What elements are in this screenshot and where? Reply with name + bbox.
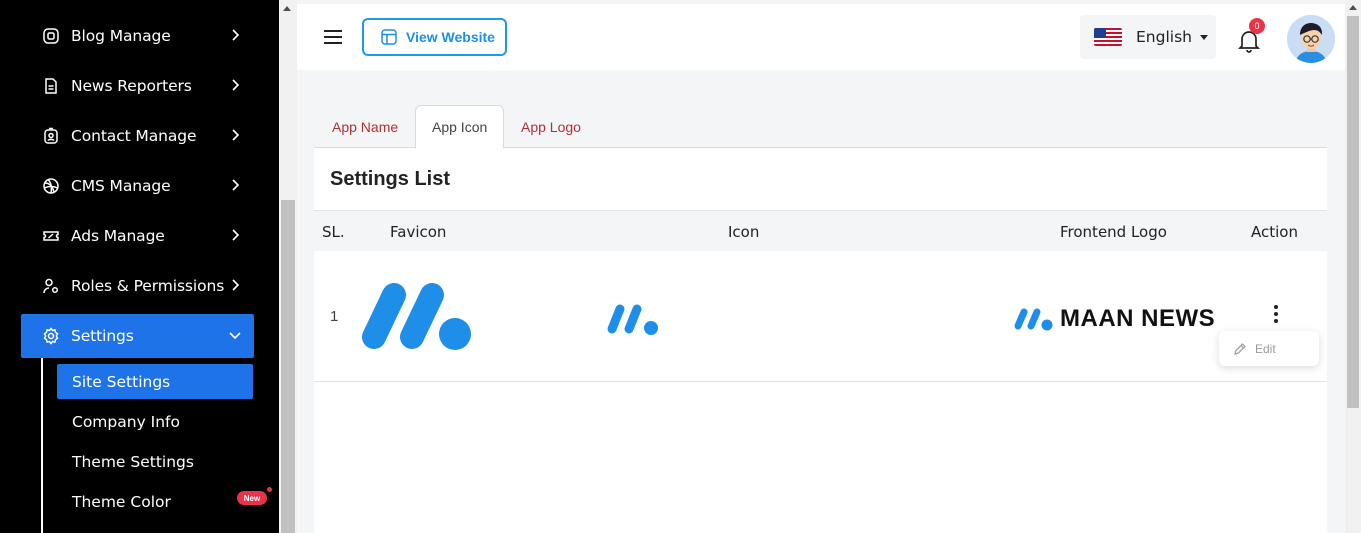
notification-count-badge: 0 <box>1249 18 1265 34</box>
chevron-down-icon <box>229 332 241 340</box>
page-title: Settings List <box>330 168 451 190</box>
sidebar-item-roles-permissions[interactable]: Roles & Permissions <box>21 264 254 308</box>
column-header-favicon: Favicon <box>390 223 447 241</box>
scrollbar-thumb[interactable] <box>1347 16 1359 408</box>
chevron-right-icon <box>232 179 240 191</box>
sidebar-subitem-theme-settings[interactable]: Theme Settings <box>57 444 253 479</box>
sidebar-item-blog-manage[interactable]: Blog Manage <box>21 14 254 58</box>
sidebar-item-settings[interactable]: Settings <box>21 314 254 358</box>
language-label: English <box>1136 28 1192 46</box>
tabs-bar: App Name App Icon App Logo <box>314 100 1327 149</box>
column-header-action: Action <box>1251 223 1298 241</box>
document-icon <box>41 76 61 96</box>
sidebar-item-cms-manage[interactable]: CMS Manage <box>21 164 254 208</box>
basketball-icon <box>41 176 61 196</box>
column-header-sl: SL. <box>322 223 345 241</box>
chevron-right-icon <box>232 29 240 41</box>
action-menu-edit[interactable]: Edit <box>1219 331 1319 366</box>
tab-app-logo[interactable]: App Logo <box>505 105 597 148</box>
avatar[interactable] <box>1287 15 1335 63</box>
column-header-icon: Icon <box>728 223 760 241</box>
chevron-right-icon <box>232 129 240 141</box>
maan-news-mark-icon <box>1014 308 1053 331</box>
sidebar-item-news-reporters[interactable]: News Reporters <box>21 64 254 108</box>
language-selector[interactable]: English <box>1080 15 1216 59</box>
scroll-up-arrow-icon[interactable] <box>1349 5 1357 10</box>
website-icon <box>381 29 397 45</box>
ticket-icon <box>41 226 61 246</box>
user-settings-icon <box>41 276 61 296</box>
tab-app-icon[interactable]: App Icon <box>415 105 505 149</box>
app-icon-logo-icon <box>607 304 658 335</box>
sidebar: Blog Manage News Reporters Contact Manag… <box>0 0 279 533</box>
blog-icon <box>41 26 61 46</box>
scroll-up-arrow-icon[interactable] <box>283 6 291 11</box>
page-scrollbar[interactable] <box>1345 0 1361 533</box>
sidebar-item-label: Ads Manage <box>71 227 165 245</box>
topbar: View Website English 0 <box>297 4 1345 70</box>
sidebar-item-label: Blog Manage <box>71 27 171 45</box>
submenu-line <box>41 358 43 533</box>
scrollbar-thumb[interactable] <box>281 200 295 533</box>
sidebar-subitem-company-info[interactable]: Company Info <box>57 404 253 439</box>
tab-app-name[interactable]: App Name <box>316 105 414 148</box>
favicon-logo-icon <box>362 283 471 350</box>
chevron-right-icon <box>232 279 240 291</box>
column-header-frontend-logo: Frontend Logo <box>1060 223 1167 241</box>
sidebar-scrollbar[interactable] <box>279 0 297 533</box>
new-badge: New <box>237 491 267 505</box>
menu-toggle-icon[interactable] <box>324 30 342 44</box>
edit-label: Edit <box>1255 341 1276 356</box>
new-dot <box>266 486 273 493</box>
gear-icon <box>41 326 61 346</box>
view-website-button[interactable]: View Website <box>362 18 507 56</box>
sidebar-item-contact-manage[interactable]: Contact Manage <box>21 114 254 158</box>
us-flag-icon <box>1094 28 1122 46</box>
more-options-icon[interactable] <box>1272 305 1280 325</box>
chevron-right-icon <box>232 79 240 91</box>
sidebar-item-label: Roles & Permissions <box>71 277 225 295</box>
table-header: SL. Favicon Icon Frontend Logo Action <box>314 210 1327 251</box>
sidebar-item-label: Settings <box>71 327 134 345</box>
caret-down-icon <box>1199 34 1208 40</box>
contact-icon <box>41 126 61 146</box>
sidebar-item-label: Contact Manage <box>71 127 197 145</box>
view-website-label: View Website <box>406 29 495 45</box>
main-area: View Website English 0 App Name App Icon… <box>297 0 1345 533</box>
sidebar-item-label: News Reporters <box>71 77 192 95</box>
sidebar-item-ads-manage[interactable]: Ads Manage <box>21 214 254 258</box>
sidebar-subitem-site-settings[interactable]: Site Settings <box>57 364 253 399</box>
sidebar-item-label: CMS Manage <box>71 177 171 195</box>
chevron-right-icon <box>232 229 240 241</box>
frontend-logo-text: MAAN NEWS <box>1060 305 1216 332</box>
table-row: 1 MAAN NEWS Edit <box>314 251 1327 382</box>
row-serial: 1 <box>330 308 339 325</box>
frontend-logo: MAAN NEWS <box>1012 305 1215 333</box>
settings-card: App Name App Icon App Logo Settings List… <box>314 100 1327 533</box>
pencil-icon <box>1234 342 1246 355</box>
sidebar-subitem-theme-color[interactable]: Theme Color <box>57 484 253 519</box>
